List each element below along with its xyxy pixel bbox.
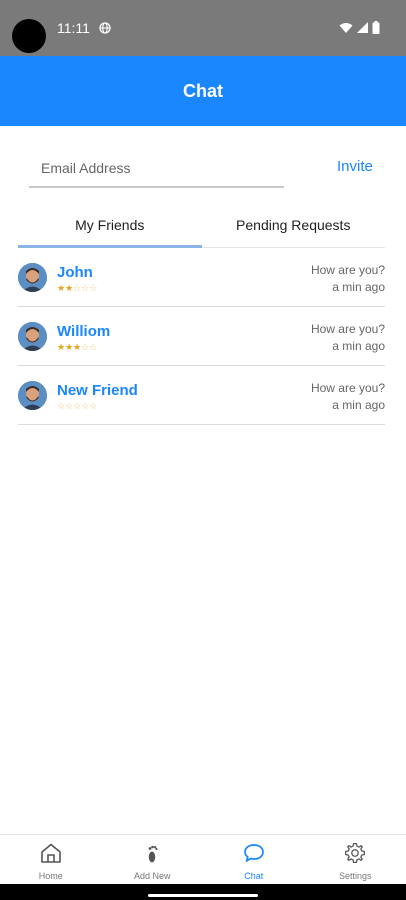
avatar bbox=[18, 263, 47, 292]
status-time: 11:11 bbox=[57, 20, 90, 36]
friend-name: Williom bbox=[57, 323, 111, 340]
star-filled-icon: ★ bbox=[57, 283, 66, 293]
last-message: How are you? bbox=[310, 322, 385, 336]
battery-icon bbox=[372, 21, 380, 34]
nav-label: Home bbox=[38, 871, 63, 881]
star-empty-icon: ☆ bbox=[89, 283, 98, 293]
nav-home[interactable]: Home bbox=[0, 835, 102, 884]
rating-stars: ★★☆☆☆ bbox=[57, 283, 97, 293]
email-field[interactable] bbox=[29, 150, 284, 188]
friend-list: John ★★☆☆☆ How are you? a min ago Willio… bbox=[18, 248, 385, 425]
star-filled-icon: ★ bbox=[65, 283, 74, 293]
friend-row[interactable]: John ★★☆☆☆ How are you? a min ago bbox=[18, 248, 385, 307]
friend-name: New Friend bbox=[57, 382, 138, 399]
friend-row[interactable]: New Friend ☆☆☆☆☆ How are you? a min ago bbox=[18, 366, 385, 425]
home-icon bbox=[39, 841, 63, 865]
last-message: How are you? bbox=[310, 381, 385, 395]
page-title: Chat bbox=[183, 80, 223, 101]
message-time: a min ago bbox=[332, 280, 385, 294]
last-message: How are you? bbox=[310, 263, 385, 277]
star-empty-icon: ☆ bbox=[89, 342, 98, 352]
tab-pending-requests[interactable]: Pending Requests bbox=[202, 202, 386, 247]
nav-label: Settings bbox=[338, 871, 372, 881]
rating-stars: ★★★☆☆ bbox=[57, 342, 97, 352]
invite-button[interactable]: Invite bbox=[337, 158, 373, 175]
avatar bbox=[18, 381, 47, 410]
wifi-icon bbox=[339, 22, 353, 33]
friends-tabs: My Friends Pending Requests bbox=[18, 202, 385, 248]
footprint-icon bbox=[140, 841, 164, 865]
friend-name: John bbox=[57, 264, 93, 281]
friend-row[interactable]: Williom ★★★☆☆ How are you? a min ago bbox=[18, 307, 385, 366]
message-time: a min ago bbox=[332, 398, 385, 412]
nav-chat[interactable]: Chat bbox=[203, 835, 305, 884]
message-time: a min ago bbox=[332, 339, 385, 353]
bottom-nav: Home Add New Chat Settings bbox=[0, 834, 406, 884]
star-filled-icon: ★ bbox=[65, 342, 74, 352]
chat-bubble-icon bbox=[242, 841, 266, 865]
status-bar: 11:11 bbox=[0, 0, 406, 56]
nav-settings[interactable]: Settings bbox=[305, 835, 406, 884]
nav-label: Chat bbox=[244, 871, 264, 881]
signal-icon bbox=[357, 22, 368, 33]
star-empty-icon: ☆ bbox=[57, 401, 66, 411]
star-empty-icon: ☆ bbox=[65, 401, 74, 411]
app-header: Chat bbox=[0, 56, 406, 126]
nav-label: Add New bbox=[133, 871, 171, 881]
person-avatar-icon bbox=[18, 322, 47, 351]
avatar bbox=[18, 322, 47, 351]
status-icons bbox=[339, 21, 380, 34]
camera-cutout bbox=[12, 19, 46, 53]
rating-stars: ☆☆☆☆☆ bbox=[57, 401, 97, 411]
system-nav-bar bbox=[0, 884, 406, 900]
star-filled-icon: ★ bbox=[57, 342, 66, 352]
star-empty-icon: ☆ bbox=[89, 401, 98, 411]
nav-add-new[interactable]: Add New bbox=[102, 835, 204, 884]
person-avatar-icon bbox=[18, 263, 47, 292]
home-gesture-handle[interactable] bbox=[148, 894, 258, 897]
person-avatar-icon bbox=[18, 381, 47, 410]
gear-icon bbox=[343, 841, 367, 865]
tab-my-friends[interactable]: My Friends bbox=[18, 202, 202, 248]
globe-icon bbox=[99, 22, 111, 34]
